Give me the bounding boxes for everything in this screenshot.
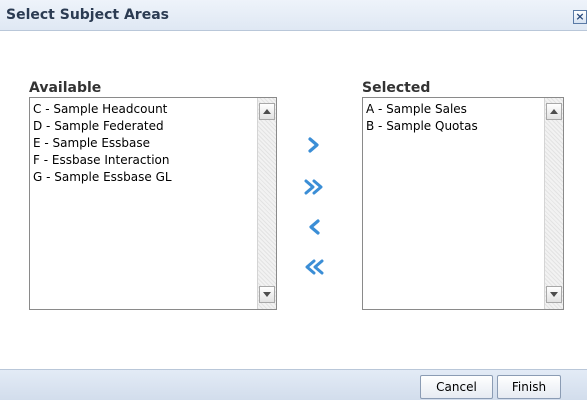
close-icon: × <box>575 10 585 23</box>
selected-label: Selected <box>362 80 431 96</box>
arrow-up-icon <box>550 109 558 114</box>
available-item[interactable]: F - Essbase Interaction <box>32 152 256 169</box>
arrow-down-icon <box>263 292 271 297</box>
cancel-button[interactable]: Cancel <box>420 375 493 399</box>
dialog-titlebar: Select Subject Areas × <box>0 0 587 31</box>
chevron-left-icon <box>309 219 320 235</box>
selected-items: A - Sample Sales B - Sample Quotas <box>365 101 543 135</box>
available-item[interactable]: C - Sample Headcount <box>32 101 256 118</box>
dialog-footer: Cancel Finish <box>0 369 587 400</box>
double-chevron-right-icon <box>304 179 323 195</box>
move-right-button[interactable] <box>301 132 327 158</box>
move-all-left-button[interactable] <box>301 254 327 280</box>
scroll-up-button[interactable] <box>546 103 562 120</box>
move-all-right-button[interactable] <box>301 174 327 200</box>
close-button[interactable]: × <box>573 10 587 24</box>
selected-scrollbar[interactable] <box>544 98 563 309</box>
available-label: Available <box>29 80 102 96</box>
available-item[interactable]: E - Sample Essbase <box>32 135 256 152</box>
selected-item[interactable]: B - Sample Quotas <box>365 118 543 135</box>
move-left-button[interactable] <box>301 214 327 240</box>
selected-list[interactable]: A - Sample Sales B - Sample Quotas <box>362 97 564 310</box>
available-items: C - Sample Headcount D - Sample Federate… <box>32 101 256 186</box>
dialog-title: Select Subject Areas <box>6 7 169 23</box>
scroll-down-button[interactable] <box>259 286 275 303</box>
scroll-up-button[interactable] <box>259 103 275 120</box>
available-scrollbar[interactable] <box>257 98 276 309</box>
select-subject-areas-dialog: Select Subject Areas × Available C - Sam… <box>0 0 587 400</box>
finish-button[interactable]: Finish <box>497 375 561 399</box>
available-item[interactable]: D - Sample Federated <box>32 118 256 135</box>
available-list[interactable]: C - Sample Headcount D - Sample Federate… <box>29 97 277 310</box>
arrow-up-icon <box>263 109 271 114</box>
chevron-right-icon <box>308 137 319 153</box>
scroll-down-button[interactable] <box>546 286 562 303</box>
arrow-down-icon <box>550 292 558 297</box>
available-item[interactable]: G - Sample Essbase GL <box>32 169 256 186</box>
selected-item[interactable]: A - Sample Sales <box>365 101 543 118</box>
double-chevron-left-icon <box>305 259 324 275</box>
